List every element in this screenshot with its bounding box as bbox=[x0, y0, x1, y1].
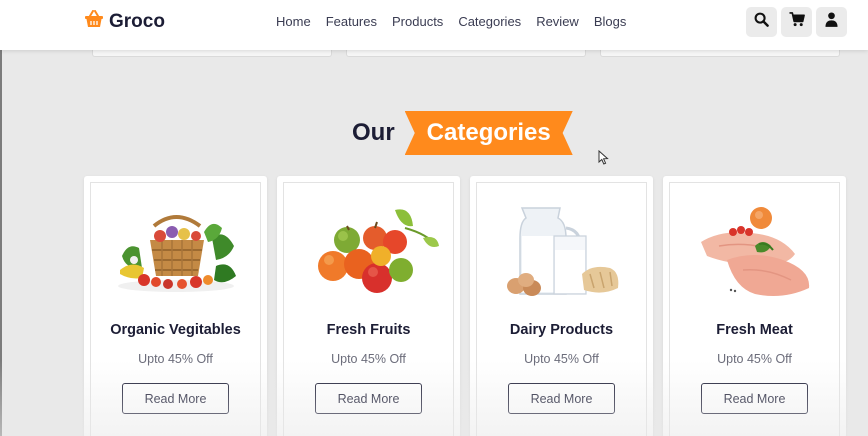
category-offer: Upto 45% Off bbox=[138, 352, 213, 366]
category-offer: Upto 45% Off bbox=[717, 352, 792, 366]
category-card-meat: Fresh Meat Upto 45% Off Read More bbox=[663, 176, 846, 436]
account-button[interactable] bbox=[816, 7, 847, 37]
category-title: Organic Vegitables bbox=[110, 322, 241, 338]
window-edge bbox=[0, 0, 2, 436]
search-button[interactable] bbox=[746, 7, 777, 37]
mouse-cursor-icon bbox=[598, 149, 609, 170]
fruits-image bbox=[277, 198, 460, 298]
nav-features[interactable]: Features bbox=[326, 14, 377, 29]
site-header: Groco Home Features Products Categories … bbox=[0, 0, 868, 50]
meat-image bbox=[663, 198, 846, 298]
category-offer: Upto 45% Off bbox=[524, 352, 599, 366]
nav-home[interactable]: Home bbox=[276, 14, 311, 29]
category-title: Dairy Products bbox=[509, 322, 614, 338]
category-card-dairy: Dairy Products Upto 45% Off Read More bbox=[470, 176, 653, 436]
read-more-button[interactable]: Read More bbox=[701, 383, 808, 414]
nav-review[interactable]: Review bbox=[536, 14, 579, 29]
category-title: Fresh Fruits bbox=[326, 322, 411, 338]
category-offer: Upto 45% Off bbox=[331, 352, 406, 366]
section-title-ribbon: Categories bbox=[404, 111, 573, 155]
nav-blogs[interactable]: Blogs bbox=[594, 14, 627, 29]
category-title: Fresh Meat bbox=[716, 322, 793, 338]
category-card-vegetables: Organic Vegitables Upto 45% Off Read Mor… bbox=[84, 176, 267, 436]
category-card-fruits: Fresh Fruits Upto 45% Off Read More bbox=[277, 176, 460, 436]
read-more-button[interactable]: Read More bbox=[508, 383, 615, 414]
basket-icon bbox=[84, 10, 104, 33]
section-title: Our Categories bbox=[352, 111, 573, 155]
search-icon bbox=[754, 12, 769, 32]
main-nav: Home Features Products Categories Review… bbox=[276, 14, 626, 29]
vegetable-basket-image bbox=[84, 198, 267, 298]
nav-products[interactable]: Products bbox=[392, 14, 443, 29]
dairy-image bbox=[470, 198, 653, 298]
cart-button[interactable] bbox=[781, 7, 812, 37]
logo[interactable]: Groco bbox=[84, 10, 165, 33]
read-more-button[interactable]: Read More bbox=[122, 383, 229, 414]
logo-text: Groco bbox=[109, 10, 165, 32]
read-more-button[interactable]: Read More bbox=[315, 383, 422, 414]
nav-categories[interactable]: Categories bbox=[458, 14, 521, 29]
cart-icon bbox=[789, 12, 805, 32]
section-title-plain: Our bbox=[352, 119, 395, 146]
user-icon bbox=[825, 12, 838, 32]
section-title-highlight: Categories bbox=[426, 119, 551, 146]
